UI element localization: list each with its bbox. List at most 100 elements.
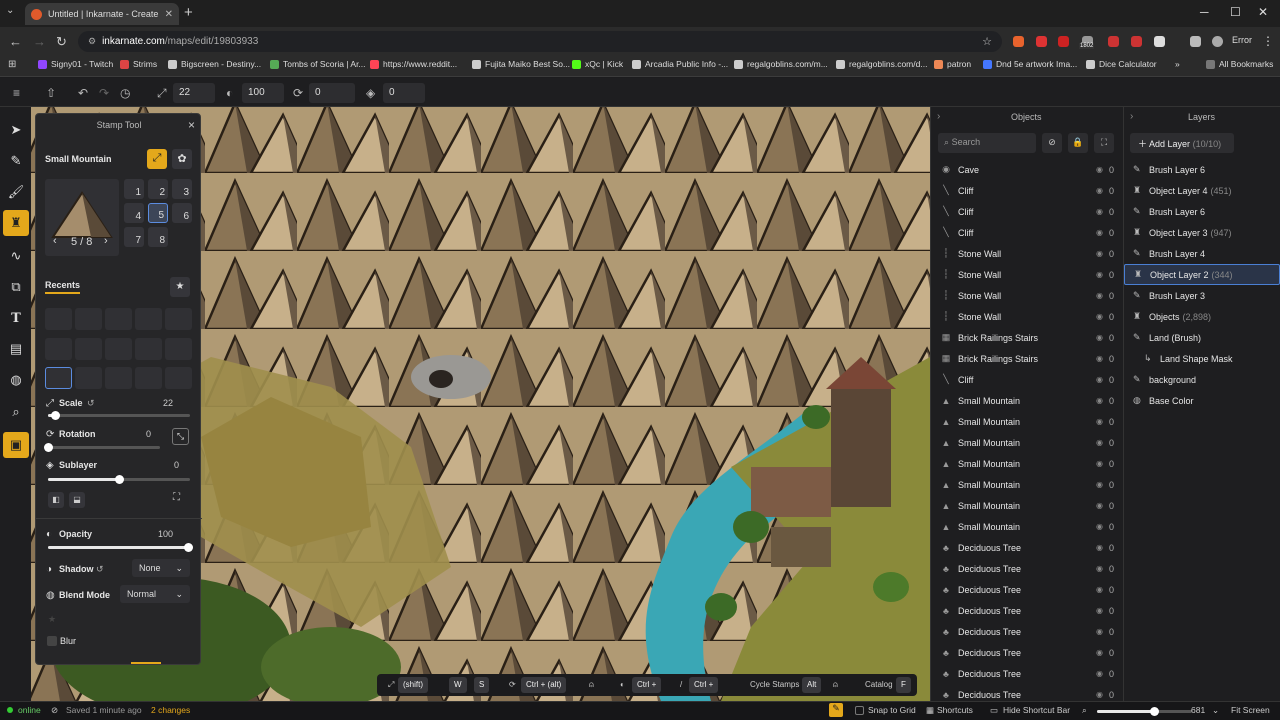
bookmark-item[interactable]: Tombs of Scoria | Ar...: [270, 59, 366, 69]
minimize-icon[interactable]: ─: [1200, 5, 1209, 19]
visibility-icon[interactable]: ◉: [1096, 396, 1103, 405]
history-icon[interactable]: ◷: [120, 86, 130, 100]
send-back-icon[interactable]: ⬓: [69, 492, 85, 508]
layer-row-selected[interactable]: ♜ Object Layer 2 (344): [1124, 264, 1280, 285]
zoom-slider[interactable]: [1097, 707, 1192, 716]
recent-stamp[interactable]: [165, 338, 192, 360]
reset-scale-icon[interactable]: ↺: [87, 398, 95, 409]
bookmark-item[interactable]: Dice Calculator: [1086, 59, 1157, 69]
object-row[interactable]: ▲ Small Mountain ◉ 0: [931, 390, 1123, 411]
recent-stamp[interactable]: [135, 367, 162, 389]
recent-stamp[interactable]: [105, 367, 132, 389]
layer-row[interactable]: ✎ Brush Layer 6: [1124, 201, 1280, 222]
reset-shadow-icon[interactable]: ↺: [96, 564, 104, 575]
bookmark-item[interactable]: xQc | Kick: [572, 59, 623, 69]
menu-icon[interactable]: ≡: [13, 86, 20, 100]
visibility-icon[interactable]: ◉: [1096, 312, 1103, 321]
all-bookmarks[interactable]: All Bookmarks: [1206, 59, 1273, 69]
snap-grid-checkbox[interactable]: [855, 706, 864, 715]
object-row[interactable]: ▲ Small Mountain ◉ 0: [931, 516, 1123, 537]
sublayer-slider[interactable]: [48, 475, 190, 484]
hide-shortcut-bar-button[interactable]: Hide Shortcut Bar: [1003, 705, 1070, 715]
extension-icon[interactable]: [1131, 36, 1142, 47]
variant-button[interactable]: 8: [148, 227, 168, 247]
layer-row[interactable]: ♜ Objects (2,898): [1124, 306, 1280, 327]
favorites-star-icon[interactable]: ★: [170, 277, 190, 297]
bookmark-item[interactable]: Dnd 5e artwork Ima...: [983, 59, 1077, 69]
text-tool-icon[interactable]: T: [3, 305, 29, 331]
next-variant-icon[interactable]: ›: [104, 235, 108, 247]
rotation-value[interactable]: 0: [146, 429, 151, 439]
recent-stamp[interactable]: [75, 338, 102, 360]
opacity-slider[interactable]: [48, 543, 193, 552]
variant-button[interactable]: 7: [124, 227, 144, 247]
scale-value[interactable]: 22: [163, 398, 173, 408]
add-layer-button[interactable]: ＋ Add Layer (10/10): [1130, 133, 1234, 153]
extension-icon[interactable]: [1013, 36, 1024, 47]
forward-icon[interactable]: →: [33, 34, 46, 49]
rotation-slider[interactable]: [44, 443, 160, 452]
opacity-value[interactable]: 100: [158, 529, 173, 539]
layer-row[interactable]: ✎ Brush Layer 4: [1124, 243, 1280, 264]
bookmark-item[interactable]: Strims: [120, 59, 157, 69]
reload-icon[interactable]: ↻: [56, 34, 67, 50]
zoom-value[interactable]: 681: [1191, 705, 1205, 715]
object-row[interactable]: ╲ Cliff ◉ 0: [931, 180, 1123, 201]
variant-button[interactable]: 1: [124, 179, 144, 199]
visibility-icon[interactable]: ◉: [1096, 165, 1103, 174]
visibility-icon[interactable]: ◉: [1096, 522, 1103, 531]
bookmark-item[interactable]: Signy01 - Twitch: [38, 59, 113, 69]
object-row[interactable]: ┆ Stone Wall ◉ 0: [931, 264, 1123, 285]
size-field[interactable]: 22: [173, 83, 215, 103]
close-panel-button[interactable]: ×: [188, 118, 195, 132]
layer-row[interactable]: ♜ Object Layer 4 (451): [1124, 180, 1280, 201]
object-row[interactable]: ♣ Deciduous Tree ◉ 0: [931, 579, 1123, 600]
bookmark-item[interactable]: https://www.reddit...: [370, 59, 457, 69]
site-info-icon[interactable]: ⚙: [88, 36, 96, 47]
visibility-icon[interactable]: ◉: [1096, 438, 1103, 447]
recent-stamp[interactable]: [105, 308, 132, 330]
bookmark-star-icon[interactable]: ☆: [982, 35, 992, 48]
object-row[interactable]: ♣ Deciduous Tree ◉ 0: [931, 558, 1123, 579]
object-row[interactable]: ▲ Small Mountain ◉ 0: [931, 453, 1123, 474]
extension-icon[interactable]: [1036, 36, 1047, 47]
random-rotation-icon[interactable]: ⤡: [172, 428, 189, 445]
recent-stamp[interactable]: [105, 338, 132, 360]
visibility-icon[interactable]: ◉: [1096, 270, 1103, 279]
visibility-icon[interactable]: ◉: [1096, 585, 1103, 594]
extensions-puzzle-icon[interactable]: [1154, 36, 1165, 47]
object-row[interactable]: ♣ Deciduous Tree ◉ 0: [931, 537, 1123, 558]
visibility-icon[interactable]: ◉: [1096, 333, 1103, 342]
url-field[interactable]: ⚙ inkarnate.com/maps/edit/19803933 ☆: [78, 31, 1002, 52]
visibility-icon[interactable]: ◉: [1096, 186, 1103, 195]
notes-tool-icon[interactable]: ▤: [3, 336, 29, 362]
select-area-icon[interactable]: ⛶: [1094, 133, 1114, 153]
visibility-icon[interactable]: ◉: [1096, 627, 1103, 636]
recent-stamp[interactable]: [135, 308, 162, 330]
bookmark-item[interactable]: patron: [934, 59, 971, 69]
bring-forward-icon[interactable]: ◧: [48, 492, 64, 508]
collapse-chevron-icon[interactable]: ›: [1130, 111, 1133, 122]
variant-button[interactable]: 4: [124, 203, 144, 223]
visibility-icon[interactable]: ◉: [1096, 459, 1103, 468]
globe-icon[interactable]: ◍: [3, 367, 29, 393]
object-row[interactable]: ▲ Small Mountain ◉ 0: [931, 495, 1123, 516]
visibility-icon[interactable]: ◉: [1096, 291, 1103, 300]
expand-icon[interactable]: ⛶: [173, 492, 180, 503]
variant-button-selected[interactable]: 5: [148, 203, 168, 223]
sublayer-field[interactable]: 0: [383, 83, 425, 103]
browser-menu-icon[interactable]: ⋮: [1262, 34, 1274, 48]
recent-stamp[interactable]: [165, 367, 192, 389]
object-row[interactable]: ♣ Deciduous Tree ◉ 0: [931, 621, 1123, 642]
recent-stamp-selected[interactable]: [45, 367, 72, 389]
recent-stamp[interactable]: [135, 338, 162, 360]
layer-row[interactable]: ✎ Brush Layer 6: [1124, 159, 1280, 180]
palette-icon[interactable]: ✿: [172, 149, 192, 169]
visibility-icon[interactable]: ◉: [1096, 375, 1103, 384]
recent-stamp[interactable]: [75, 367, 102, 389]
stamp-mode-icon[interactable]: ⤢: [147, 149, 167, 169]
back-icon[interactable]: ←: [9, 34, 22, 49]
object-row[interactable]: ♣ Deciduous Tree ◉ 0: [931, 663, 1123, 684]
layer-row[interactable]: ♜ Object Layer 3 (947): [1124, 222, 1280, 243]
zoom-options-icon[interactable]: ⌄: [1212, 705, 1219, 716]
